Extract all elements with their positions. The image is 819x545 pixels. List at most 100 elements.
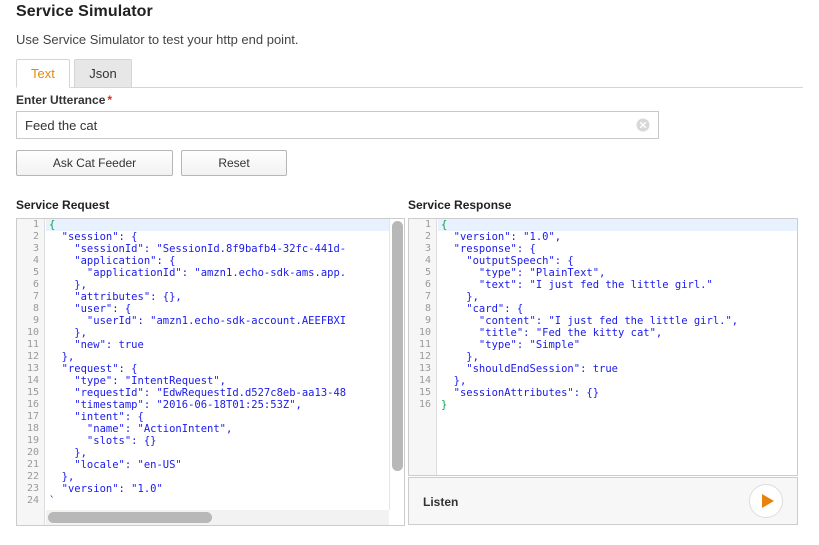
line-number: 9 — [17, 315, 44, 327]
line-number: 2 — [17, 231, 44, 243]
request-horizontal-scrollbar[interactable] — [46, 510, 391, 525]
code-line: "userId": "amzn1.echo-sdk-account.AEEFBX… — [46, 315, 404, 327]
code-line: "user": { — [46, 303, 404, 315]
code-line: "type": "IntentRequest", — [46, 375, 404, 387]
utterance-label-text: Enter Utterance — [16, 93, 105, 107]
utterance-label: Enter Utterance* — [16, 93, 112, 107]
line-number: 19 — [17, 435, 44, 447]
code-line: { — [438, 219, 797, 231]
line-number: 13 — [17, 363, 44, 375]
line-number: 17 — [17, 411, 44, 423]
code-line: "requestId": "EdwRequestId.d527c8eb-aa13… — [46, 387, 404, 399]
code-line: }, — [438, 375, 797, 387]
code-line: "application": { — [46, 255, 404, 267]
code-line: "text": "I just fed the little girl." — [438, 279, 797, 291]
code-line: "type": "Simple" — [438, 339, 797, 351]
code-line: "version": "1.0", — [438, 231, 797, 243]
scrollbar-corner — [389, 510, 404, 525]
line-number: 10 — [409, 327, 436, 339]
response-line-numbers: 12345678910111213141516 — [409, 219, 437, 475]
service-simulator-page: Service Simulator Use Service Simulator … — [0, 0, 819, 545]
line-number: 15 — [17, 387, 44, 399]
code-line: "attributes": {}, — [46, 291, 404, 303]
code-line: "response": { — [438, 243, 797, 255]
play-triangle-shape — [762, 494, 774, 508]
line-number: 1 — [17, 219, 44, 231]
request-code-area[interactable]: { "session": { "sessionId": "SessionId.8… — [46, 219, 404, 525]
line-number: 20 — [17, 447, 44, 459]
tab-json[interactable]: Json — [74, 59, 131, 88]
line-number: 12 — [17, 351, 44, 363]
utterance-input[interactable] — [17, 112, 627, 138]
code-line: } — [438, 399, 797, 411]
code-line: "slots": {} — [46, 435, 404, 447]
code-line: "sessionAttributes": {} — [438, 387, 797, 399]
line-number: 14 — [409, 375, 436, 387]
code-line: { — [46, 219, 404, 231]
listen-bar: Listen — [408, 477, 798, 525]
line-number: 18 — [17, 423, 44, 435]
ask-cat-feeder-button[interactable]: Ask Cat Feeder — [16, 150, 173, 176]
code-line: }, — [46, 279, 404, 291]
code-line: "session": { — [46, 231, 404, 243]
code-line: "applicationId": "amzn1.echo-sdk-ams.app… — [46, 267, 404, 279]
code-line: ` — [46, 495, 404, 507]
line-number: 9 — [409, 315, 436, 327]
line-number: 1 — [409, 219, 436, 231]
request-vertical-scrollbar[interactable] — [389, 219, 404, 510]
page-subtitle: Use Service Simulator to test your http … — [16, 32, 299, 47]
play-icon[interactable] — [749, 484, 783, 518]
page-title: Service Simulator — [16, 3, 153, 21]
line-number: 8 — [17, 303, 44, 315]
line-number: 8 — [409, 303, 436, 315]
code-line: "version": "1.0" — [46, 483, 404, 495]
response-code-area[interactable]: { "version": "1.0", "response": { "outpu… — [438, 219, 797, 475]
service-response-panel[interactable]: 12345678910111213141516 { "version": "1.… — [408, 218, 798, 476]
line-number: 7 — [409, 291, 436, 303]
line-number: 10 — [17, 327, 44, 339]
line-number: 22 — [17, 471, 44, 483]
request-line-numbers: 123456789101112131415161718192021222324 — [17, 219, 45, 525]
line-number: 6 — [17, 279, 44, 291]
reset-button[interactable]: Reset — [181, 150, 287, 176]
code-line: "intent": { — [46, 411, 404, 423]
code-line: }, — [46, 351, 404, 363]
code-line: "locale": "en-US" — [46, 459, 404, 471]
line-number: 24 — [17, 495, 44, 507]
code-line: }, — [46, 327, 404, 339]
service-request-heading: Service Request — [16, 198, 109, 212]
code-line: "type": "PlainText", — [438, 267, 797, 279]
line-number: 2 — [409, 231, 436, 243]
line-number: 3 — [409, 243, 436, 255]
code-line: "new": true — [46, 339, 404, 351]
code-line: }, — [438, 351, 797, 363]
line-number: 16 — [409, 399, 436, 411]
code-line: "timestamp": "2016-06-18T01:25:53Z", — [46, 399, 404, 411]
code-line: "title": "Fed the kitty cat", — [438, 327, 797, 339]
tab-text[interactable]: Text — [16, 59, 70, 88]
request-hscroll-thumb[interactable] — [48, 512, 212, 523]
line-number: 6 — [409, 279, 436, 291]
line-number: 3 — [17, 243, 44, 255]
code-line: "name": "ActionIntent", — [46, 423, 404, 435]
request-vscroll-thumb[interactable] — [392, 221, 403, 471]
clear-circle-icon[interactable] — [636, 118, 650, 132]
required-marker: * — [107, 93, 112, 107]
service-request-panel[interactable]: 123456789101112131415161718192021222324 … — [16, 218, 405, 526]
code-line: }, — [438, 291, 797, 303]
line-number: 14 — [17, 375, 44, 387]
line-number: 4 — [17, 255, 44, 267]
line-number: 11 — [17, 339, 44, 351]
listen-label: Listen — [423, 495, 458, 509]
line-number: 7 — [17, 291, 44, 303]
line-number: 21 — [17, 459, 44, 471]
code-line: }, — [46, 471, 404, 483]
code-line: "sessionId": "SessionId.8f9bafb4-32fc-44… — [46, 243, 404, 255]
line-number: 13 — [409, 363, 436, 375]
line-number: 12 — [409, 351, 436, 363]
code-line: "content": "I just fed the little girl."… — [438, 315, 797, 327]
code-line: "card": { — [438, 303, 797, 315]
input-mode-tabs: Text Json — [16, 59, 803, 88]
line-number: 4 — [409, 255, 436, 267]
service-response-heading: Service Response — [408, 198, 511, 212]
